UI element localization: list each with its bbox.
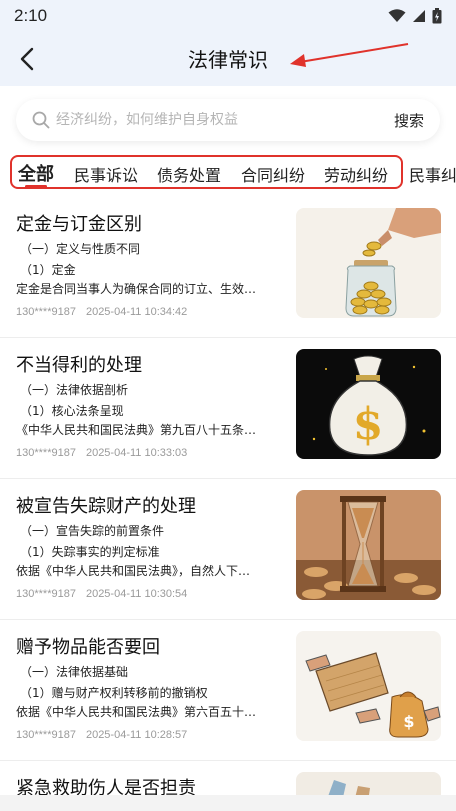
tab-labor-dispute[interactable]: 劳动纠纷 [324,162,388,186]
article-section: （一）法律依据基础 [20,665,129,679]
search-input[interactable] [56,112,386,128]
active-tab-indicator [25,185,47,188]
money-bag-image: $ [296,349,441,459]
article-time: 2025-04-11 10:30:54 [85,588,188,600]
article-time: 2025-04-11 10:28:57 [85,729,188,741]
gift-exchange-image: $ [296,631,441,741]
article-author: 130****9187 [16,729,76,741]
article-meta: 130****9187 2025-04-11 10:34:42 [16,306,187,318]
article-title: 赠予物品能否要回 [16,637,160,658]
category-tabs: 全部 民事诉讼 债务处置 合同纠纷 劳动纠纷 民事纠 [0,150,456,196]
article-title: 被宣告失踪财产的处理 [16,496,196,517]
wifi-icon [388,9,406,22]
article-author: 130****9187 [16,588,76,600]
tab-all[interactable]: 全部 [18,160,54,186]
article-subsection: （1）核心法条呈现 [20,404,124,418]
tab-contract-dispute[interactable]: 合同纠纷 [241,162,305,186]
article-excerpt: 依据《中华人民共和国民法典》第六百五十… [16,705,257,719]
svg-text:$: $ [353,399,384,450]
signal-icon [413,10,425,22]
article-time: 2025-04-11 10:34:42 [85,306,188,318]
article-subsection: （1）定金 [20,263,76,277]
annotation-arrow-icon [290,43,409,67]
hourglass-coins-image [296,490,441,600]
battery-icon [432,8,442,24]
article-meta: 130****9187 2025-04-11 10:33:03 [16,447,187,459]
status-icons [388,8,442,24]
status-bar: 2:10 [0,0,456,32]
article-subsection: （1）失踪事实的判定标准 [20,545,160,559]
search-button[interactable]: 搜索 [394,110,424,131]
tab-civil-dispute[interactable]: 民事纠 [409,162,456,186]
article-item[interactable]: 不当得利的处理 （一）法律依据剖析 （1）核心法条呈现 《中华人民共和国民法典》… [0,339,456,479]
article-item[interactable]: 赠予物品能否要回 （一）法律依据基础 （1）赠与财产权利转移前的撤销权 依据《中… [0,621,456,761]
article-author: 130****9187 [16,306,76,318]
article-excerpt: 依据《中华人民共和国民法典》，自然人下… [16,564,251,578]
article-author: 130****9187 [16,447,76,459]
article-title: 不当得利的处理 [16,355,142,376]
tab-civil-litigation[interactable]: 民事诉讼 [74,162,138,186]
article-section: （一）定义与性质不同 [20,242,141,256]
article-subsection: （1）赠与财产权利转移前的撤销权 [20,686,208,700]
article-item[interactable]: 被宣告失踪财产的处理 （一）宣告失踪的前置条件 （1）失踪事实的判定标准 依据《… [0,480,456,620]
article-meta: 130****9187 2025-04-11 10:28:57 [16,729,187,741]
bottom-bar [0,795,456,811]
svg-text:$: $ [403,712,414,731]
status-time: 2:10 [14,6,48,25]
article-meta: 130****9187 2025-04-11 10:30:54 [16,588,187,600]
article-section: （一）宣告失踪的前置条件 [20,524,165,538]
article-title: 定金与订金区别 [16,214,142,235]
tab-debt-disposal[interactable]: 债务处置 [157,162,221,186]
article-excerpt: 定金是合同当事人为确保合同的订立、生效… [16,282,257,296]
article-item[interactable]: 定金与订金区别 （一）定义与性质不同 （1）定金 定金是合同当事人为确保合同的订… [0,198,456,338]
search-icon [32,111,50,129]
search-bar: 搜索 [16,99,440,141]
article-excerpt: 《中华人民共和国民法典》第九百八十五条… [16,423,257,437]
article-section: （一）法律依据剖析 [20,383,129,397]
article-time: 2025-04-11 10:33:03 [85,447,188,459]
hand-coins-jar-image [296,208,441,318]
